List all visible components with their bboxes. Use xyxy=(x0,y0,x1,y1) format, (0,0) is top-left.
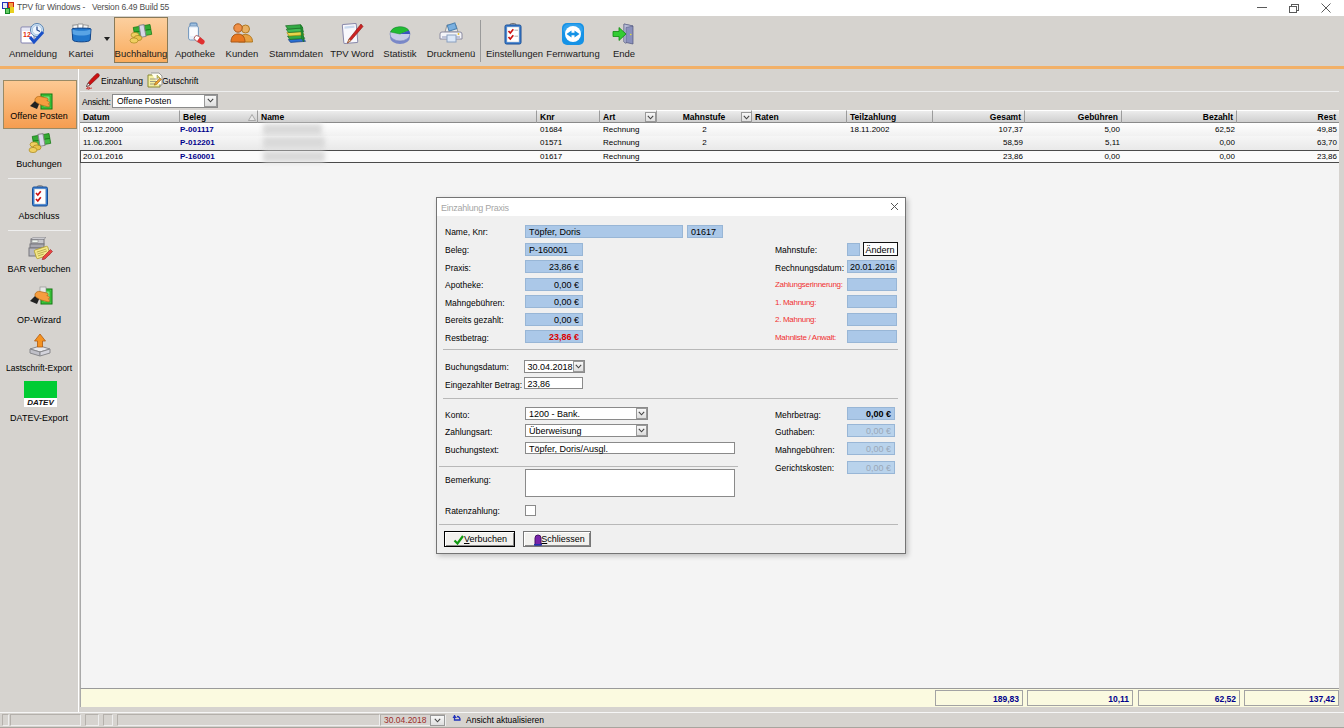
svg-text:12: 12 xyxy=(23,31,31,38)
